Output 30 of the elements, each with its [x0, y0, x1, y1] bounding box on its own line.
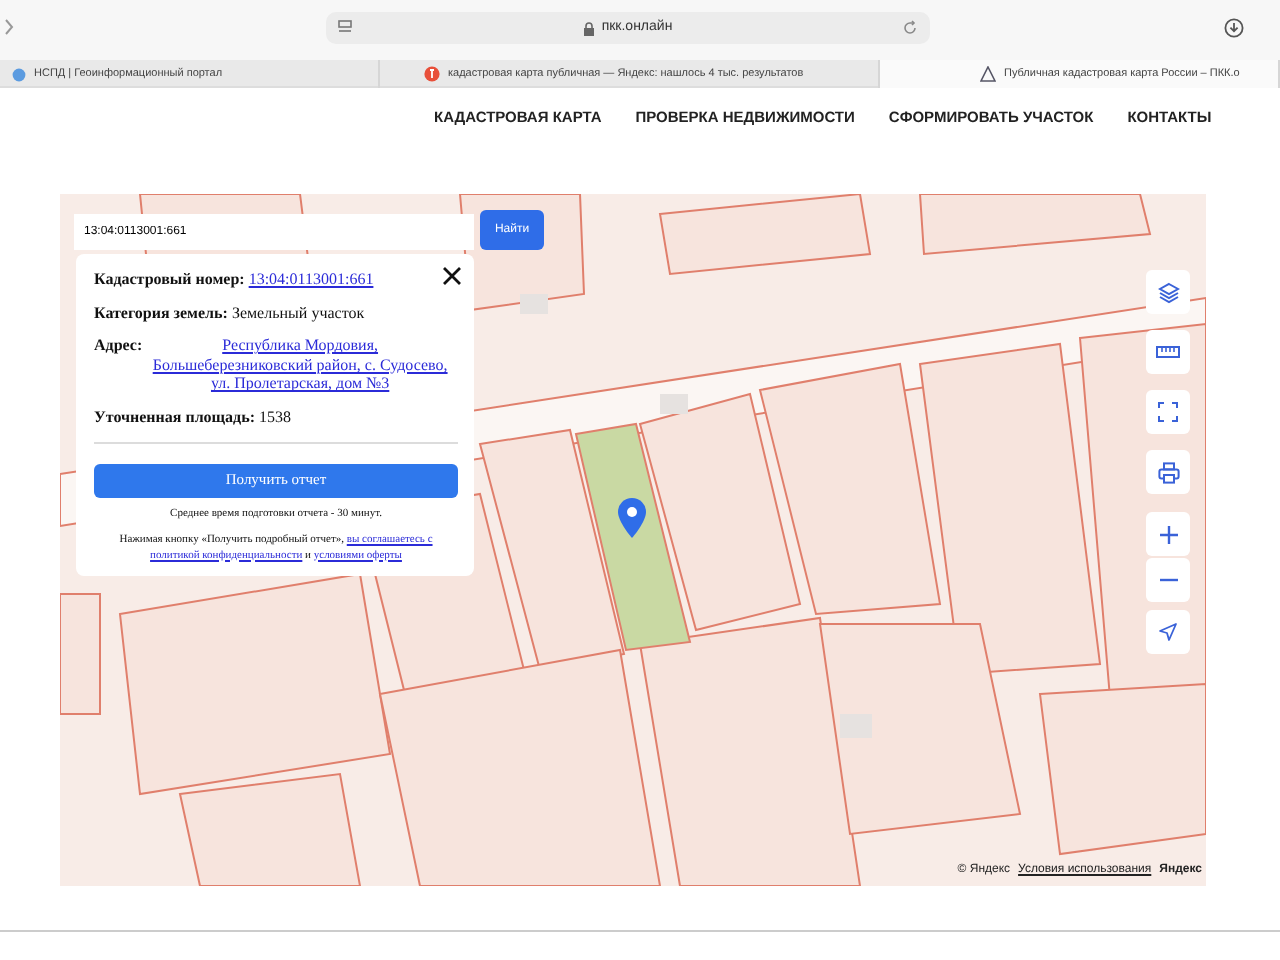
- download-icon[interactable]: [1224, 18, 1244, 38]
- close-icon[interactable]: [442, 266, 462, 286]
- field-label: Кадастровый номер:: [94, 270, 245, 288]
- ruler-icon: [1156, 346, 1180, 358]
- minus-icon: [1159, 578, 1177, 582]
- fullscreen-icon: [1158, 402, 1178, 422]
- printer-icon: [1157, 461, 1179, 483]
- field-label: Категория земель:: [94, 303, 228, 322]
- forward-icon[interactable]: [4, 18, 14, 36]
- address-link[interactable]: Республика Мордовия, Большеберезниковский район, с. Судосево, ул. Пролетарская, дом №3: [142, 336, 458, 394]
- circle-logo-icon: [424, 66, 440, 82]
- reload-icon[interactable]: [902, 20, 918, 36]
- fullscreen-button[interactable]: [1146, 390, 1190, 434]
- layers-button[interactable]: [1146, 270, 1190, 314]
- map-pin-icon[interactable]: [618, 498, 646, 538]
- zoom-in-button[interactable]: [1146, 512, 1190, 556]
- ruler-button[interactable]: [1146, 330, 1190, 374]
- field-value: 1538: [259, 407, 291, 426]
- navigation-arrow-icon: [1158, 622, 1178, 642]
- field-label: Уточненная площадь:: [94, 407, 255, 426]
- print-button[interactable]: [1146, 450, 1190, 494]
- cadastral-number-link[interactable]: 13:04:0113001:661: [248, 270, 374, 288]
- locate-button[interactable]: [1146, 610, 1190, 654]
- page-icon[interactable]: [338, 20, 352, 34]
- layers-icon: [1157, 281, 1179, 303]
- field-label: Адрес:: [94, 336, 143, 359]
- field-value: Земельный участок: [231, 303, 365, 322]
- plus-icon: [1159, 525, 1177, 543]
- lock-icon: [583, 21, 594, 35]
- highlighted-parcel[interactable]: [574, 422, 692, 652]
